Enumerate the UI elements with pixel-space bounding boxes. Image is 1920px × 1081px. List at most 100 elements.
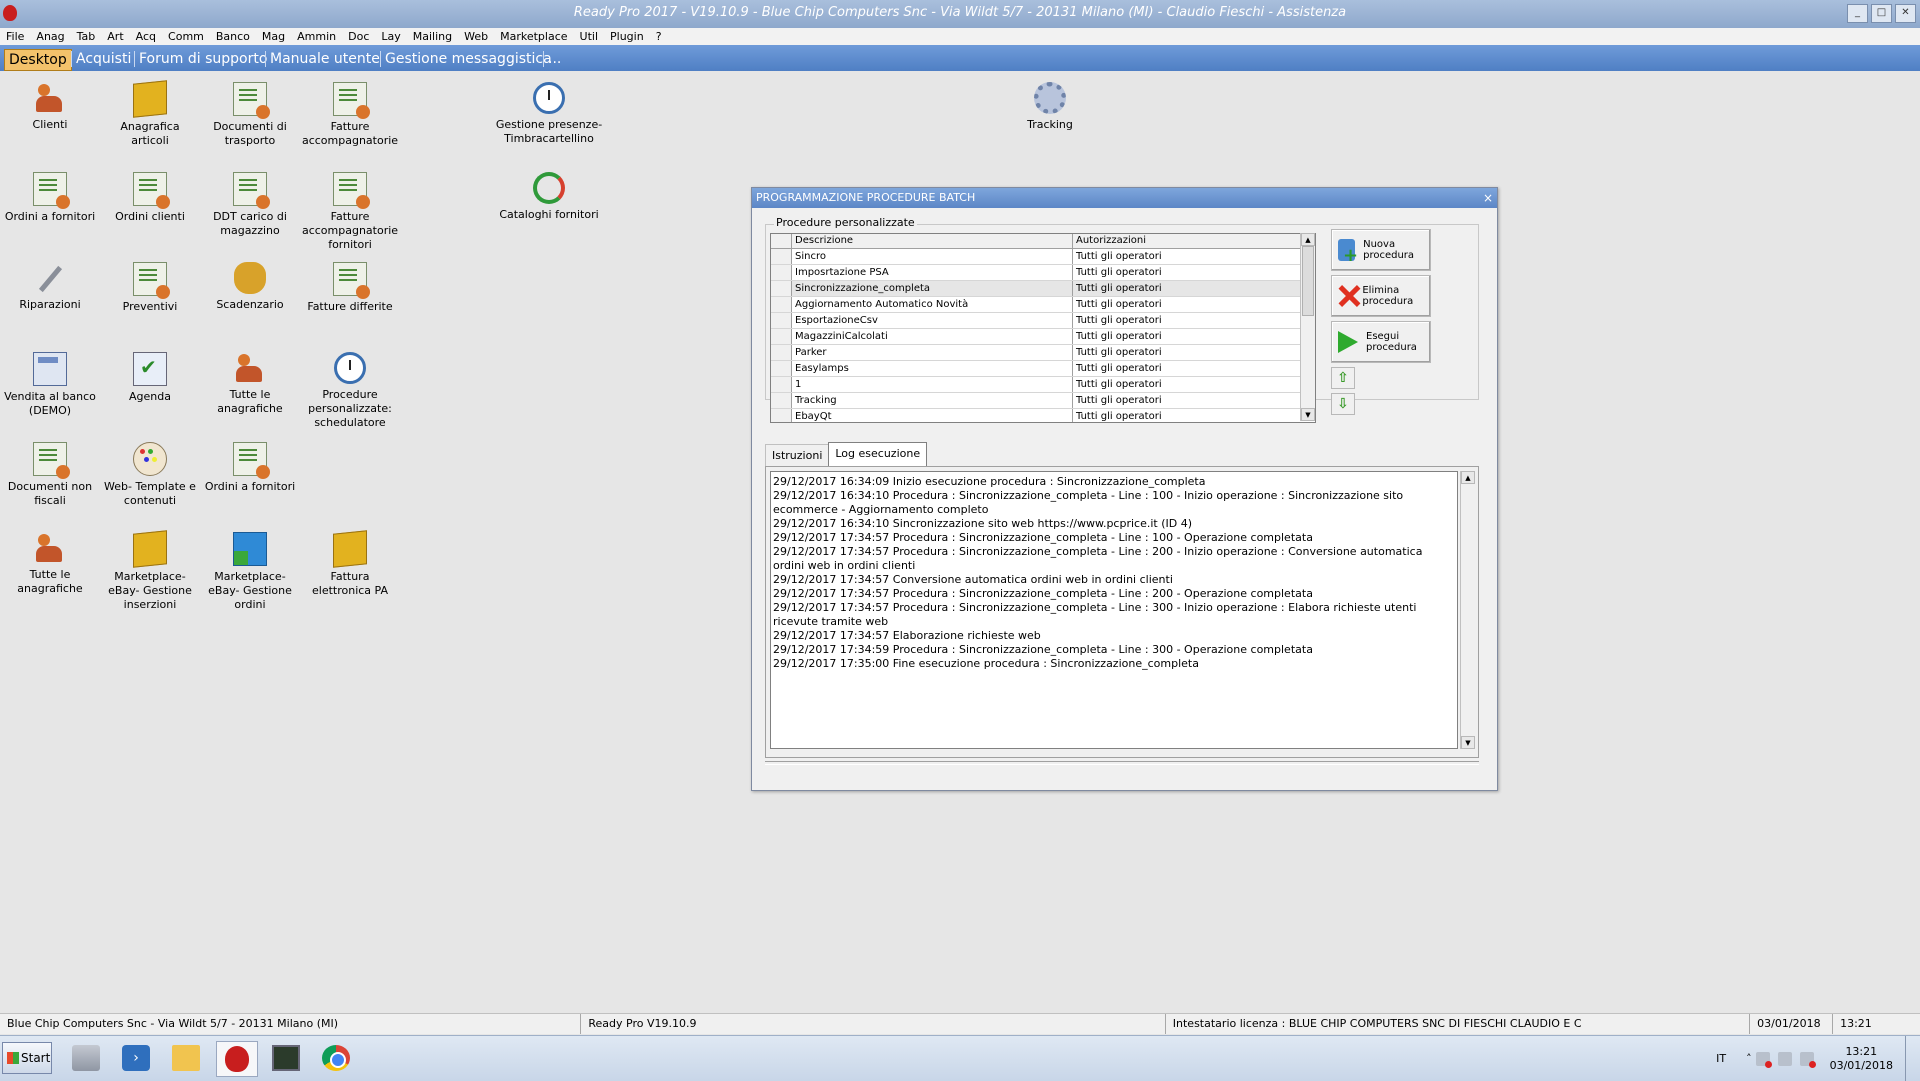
table-row[interactable]: 1 Tutti gli operatori: [771, 377, 1315, 393]
desktop-icon-clienti[interactable]: Clienti: [0, 82, 100, 132]
taskbar-ready-pro[interactable]: [216, 1041, 258, 1077]
taskbar-powershell[interactable]: ›: [116, 1041, 156, 1075]
tray-expand-icon[interactable]: ˄: [1746, 1052, 1752, 1065]
scroll-up-arrow-icon[interactable]: ▲: [1461, 471, 1475, 484]
desktop-icon-fatture-accompagnatorie[interactable]: Fatture accompagnatorie: [300, 82, 400, 148]
procedures-grid[interactable]: Descrizione Autorizzazioni Sincro Tutti g…: [770, 233, 1316, 423]
row-selector[interactable]: [771, 361, 792, 376]
desktop-icon-vendita-banco[interactable]: Vendita al banco (DEMO): [0, 352, 100, 418]
show-desktop-button[interactable]: [1905, 1036, 1920, 1081]
tab-more[interactable]: ...: [544, 49, 565, 69]
desktop-icon-tutte-anagrafiche-2[interactable]: Tutte le anagrafiche: [0, 532, 100, 596]
menu-web[interactable]: Web: [458, 28, 494, 45]
scroll-down-arrow-icon[interactable]: ▼: [1301, 408, 1315, 421]
dialog-titlebar[interactable]: PROGRAMMAZIONE PROCEDURE BATCH ×: [752, 188, 1497, 208]
action-center-icon[interactable]: [1755, 1051, 1772, 1068]
run-procedure-button[interactable]: Esegui procedura: [1331, 321, 1431, 363]
table-row[interactable]: EbayQt Tutti gli operatori: [771, 409, 1315, 422]
menu-mailing[interactable]: Mailing: [407, 28, 458, 45]
table-row[interactable]: Tracking Tutti gli operatori: [771, 393, 1315, 409]
desktop-icon-fatture-fornitori[interactable]: Fatture accompagnatorie fornitori: [300, 172, 400, 252]
desktop-icon-ordini-fornitori-2[interactable]: Ordini a fornitori: [200, 442, 300, 494]
row-selector[interactable]: [771, 329, 792, 344]
menu-art[interactable]: Art: [101, 28, 129, 45]
grid-scrollbar[interactable]: ▲ ▼: [1300, 233, 1315, 421]
desktop-icon-ddt-carico[interactable]: DDT carico di magazzino: [200, 172, 300, 238]
delete-procedure-button[interactable]: Elimina procedura: [1331, 275, 1431, 317]
desktop-icon-riparazioni[interactable]: Riparazioni: [0, 262, 100, 312]
tab-desktop[interactable]: Desktop: [4, 49, 72, 71]
table-row[interactable]: Easylamps Tutti gli operatori: [771, 361, 1315, 377]
desktop-icon-tutte-anagrafiche[interactable]: Tutte le anagrafiche: [200, 352, 300, 416]
desktop-icon-ordini-fornitori[interactable]: Ordini a fornitori: [0, 172, 100, 224]
new-procedure-button[interactable]: Nuova procedura: [1331, 229, 1431, 271]
table-row[interactable]: Parker Tutti gli operatori: [771, 345, 1315, 361]
scroll-down-arrow-icon[interactable]: ▼: [1461, 736, 1475, 749]
desktop-icon-procedure-schedulatore[interactable]: Procedure personalizzate: schedulatore: [300, 352, 400, 430]
scrollbar-thumb[interactable]: [1302, 246, 1314, 316]
table-row[interactable]: MagazziniCalcolati Tutti gli operatori: [771, 329, 1315, 345]
column-header-autorizzazioni[interactable]: Autorizzazioni: [1073, 234, 1315, 248]
desktop-icon-gestione-presenze[interactable]: Gestione presenze-Timbracartellino: [488, 82, 610, 146]
menu-mag[interactable]: Mag: [256, 28, 291, 45]
window-titlebar[interactable]: Ready Pro 2017 - V19.10.9 - Blue Chip Co…: [0, 0, 1920, 28]
desktop-icon-ordini-clienti[interactable]: Ordini clienti: [100, 172, 200, 224]
row-selector[interactable]: [771, 265, 792, 280]
execution-log[interactable]: 29/12/2017 16:34:09 Inizio esecuzione pr…: [770, 471, 1458, 749]
desktop-icon-web-template[interactable]: Web- Template e contenuti: [100, 442, 200, 508]
move-down-button[interactable]: ⇩: [1331, 393, 1355, 415]
menu-ammin[interactable]: Ammin: [291, 28, 342, 45]
minimize-button[interactable]: _: [1847, 4, 1868, 23]
desktop-icon-fattura-elettronica[interactable]: Fattura elettronica PA: [300, 530, 400, 598]
taskbar-clock[interactable]: 13:21 03/01/2018: [1830, 1045, 1893, 1073]
maximize-button[interactable]: □: [1871, 4, 1892, 23]
row-selector[interactable]: [771, 409, 792, 422]
tab-log-esecuzione[interactable]: Log esecuzione: [828, 442, 928, 467]
start-button[interactable]: Start: [2, 1042, 52, 1074]
menu-banco[interactable]: Banco: [210, 28, 256, 45]
desktop-icon-anagrafica-articoli[interactable]: Anagrafica articoli: [100, 80, 200, 148]
language-indicator[interactable]: IT: [1716, 1052, 1726, 1065]
desktop-icon-scadenzario[interactable]: Scadenzario: [200, 262, 300, 312]
tab-forum[interactable]: Forum di supporto: [135, 49, 271, 69]
scroll-up-arrow-icon[interactable]: ▲: [1301, 233, 1315, 246]
table-row[interactable]: Imposrtazione PSA Tutti gli operatori: [771, 265, 1315, 281]
network-icon[interactable]: [1777, 1051, 1792, 1066]
menu-plugin[interactable]: Plugin: [604, 28, 650, 45]
row-selector[interactable]: [771, 345, 792, 360]
row-selector[interactable]: [771, 249, 792, 264]
dialog-close-button[interactable]: ×: [1483, 188, 1493, 208]
taskbar-file-explorer[interactable]: [166, 1041, 206, 1075]
menu-marketplace[interactable]: Marketplace: [494, 28, 573, 45]
row-selector[interactable]: [771, 393, 792, 408]
taskbar-chrome[interactable]: [316, 1041, 356, 1075]
menu-file[interactable]: File: [0, 28, 30, 45]
taskbar-remote-desktop[interactable]: [266, 1041, 306, 1075]
menu-tab[interactable]: Tab: [71, 28, 102, 45]
tab-messaggistica[interactable]: Gestione messaggistica: [381, 49, 556, 69]
menu-anag[interactable]: Anag: [30, 28, 70, 45]
taskbar-server-manager[interactable]: [66, 1041, 106, 1075]
desktop-icon-cataloghi-fornitori[interactable]: Cataloghi fornitori: [499, 172, 599, 222]
desktop-icon-fatture-differite[interactable]: Fatture differite: [300, 262, 400, 314]
desktop-icon-documenti-trasporto[interactable]: Documenti di trasporto: [200, 82, 300, 148]
desktop-icon-ebay-ordini[interactable]: Marketplace- eBay- Gestione ordini: [200, 532, 300, 612]
menu-doc[interactable]: Doc: [342, 28, 375, 45]
table-row[interactable]: Sincro Tutti gli operatori: [771, 249, 1315, 265]
desktop-icon-documenti-non-fiscali[interactable]: Documenti non fiscali: [0, 442, 100, 508]
menu-comm[interactable]: Comm: [162, 28, 210, 45]
row-selector[interactable]: [771, 297, 792, 312]
menu-util[interactable]: Util: [574, 28, 604, 45]
table-row-selected[interactable]: Sincronizzazione_completa Tutti gli opera…: [771, 281, 1315, 297]
menu-lay[interactable]: Lay: [375, 28, 406, 45]
desktop-icon-ebay-inserzioni[interactable]: Marketplace- eBay- Gestione inserzioni: [100, 530, 200, 612]
log-scrollbar[interactable]: ▲ ▼: [1460, 471, 1475, 749]
tab-manuale[interactable]: Manuale utente: [266, 49, 384, 69]
desktop-icon-tracking[interactable]: Tracking: [1000, 82, 1100, 132]
menu-acq[interactable]: Acq: [130, 28, 162, 45]
menu-help[interactable]: ?: [650, 28, 668, 45]
tab-istruzioni[interactable]: Istruzioni: [765, 444, 830, 466]
table-row[interactable]: Aggiornamento Automatico Novità Tutti gli…: [771, 297, 1315, 313]
tab-acquisti[interactable]: Acquisti: [72, 49, 135, 69]
row-selector[interactable]: [771, 313, 792, 328]
